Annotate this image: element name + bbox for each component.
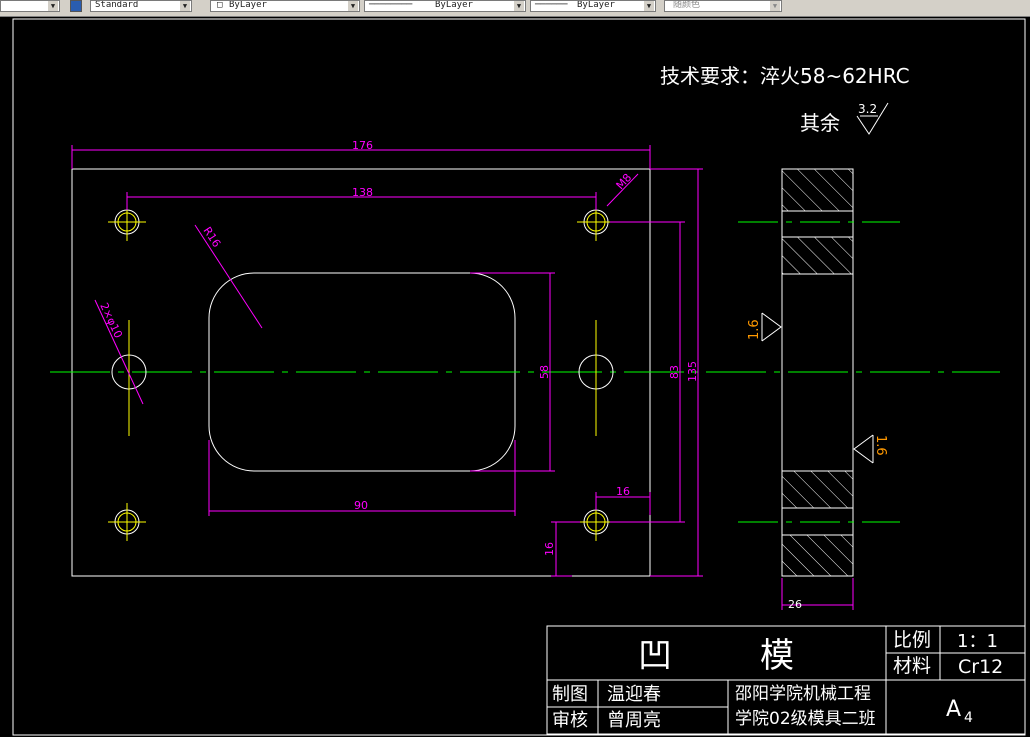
checked-label: 审核 xyxy=(552,710,588,731)
dimension-labels: 176 138 90 16 26 58 83 135 16 R16 2×φ10 … xyxy=(97,139,802,611)
roughness-symbol-left: 1.6 xyxy=(747,312,782,342)
material-label: 材料 xyxy=(893,655,931,677)
part-name-char-2: 模 xyxy=(760,636,794,676)
dim-edge-offset-x: 16 xyxy=(616,485,630,498)
scale-label: 比例 xyxy=(893,629,931,651)
tech-requirement: 技术要求：淬火58~62HRC xyxy=(660,64,910,88)
roughness-right-value: 1.6 xyxy=(873,435,888,456)
drawn-label: 制图 xyxy=(552,684,588,705)
dim-radius: R16 xyxy=(200,225,223,250)
dim-cavity-width: 90 xyxy=(354,499,368,512)
hatch-region xyxy=(781,168,854,212)
dim-thickness: 26 xyxy=(788,598,802,611)
hatch-region xyxy=(781,470,854,509)
dim-edge-offset-y: 16 xyxy=(543,542,556,556)
dim-overall-height: 135 xyxy=(686,361,699,382)
dim-pin-hole: 2×φ10 xyxy=(97,301,125,340)
part-name-char-1: 凹 xyxy=(638,636,672,676)
hatch-region xyxy=(781,236,854,275)
dimensions xyxy=(71,145,854,610)
dim-overall-width: 176 xyxy=(352,139,373,152)
roughness-symbol-right: 1.6 xyxy=(853,434,888,464)
roughness-left-value: 1.6 xyxy=(747,319,762,340)
dim-hole-spacing-y: 83 xyxy=(668,365,681,379)
material-value: Cr12 xyxy=(958,656,1003,678)
checked-by: 曾周亮 xyxy=(607,710,661,731)
dim-hole-spacing-x: 138 xyxy=(352,186,373,199)
cad-drawing-canvas[interactable]: 技术要求：淬火58~62HRC 其余 3.2 176 138 90 16 26 … xyxy=(0,0,1030,737)
scale-value: 1：1 xyxy=(957,631,998,652)
school-line-2: 学院02级模具二班 xyxy=(735,709,876,729)
other-roughness-value: 3.2 xyxy=(858,102,877,116)
dim-cavity-height: 58 xyxy=(538,365,551,379)
hatch-region xyxy=(781,534,854,577)
pin-hole-right xyxy=(578,320,614,436)
sheet-size-sub: 4 xyxy=(964,710,973,726)
roughness-symbol-other: 3.2 xyxy=(856,102,889,135)
dim-screw-diameter: M8 xyxy=(614,171,635,192)
other-roughness-label: 其余 xyxy=(800,111,840,135)
school-line-1: 邵阳学院机械工程 xyxy=(735,684,871,704)
sheet-size: A xyxy=(946,697,961,722)
front-view xyxy=(50,168,1000,577)
drawn-by: 温迎春 xyxy=(607,684,661,705)
screw-hole-bottom-left xyxy=(108,503,146,541)
